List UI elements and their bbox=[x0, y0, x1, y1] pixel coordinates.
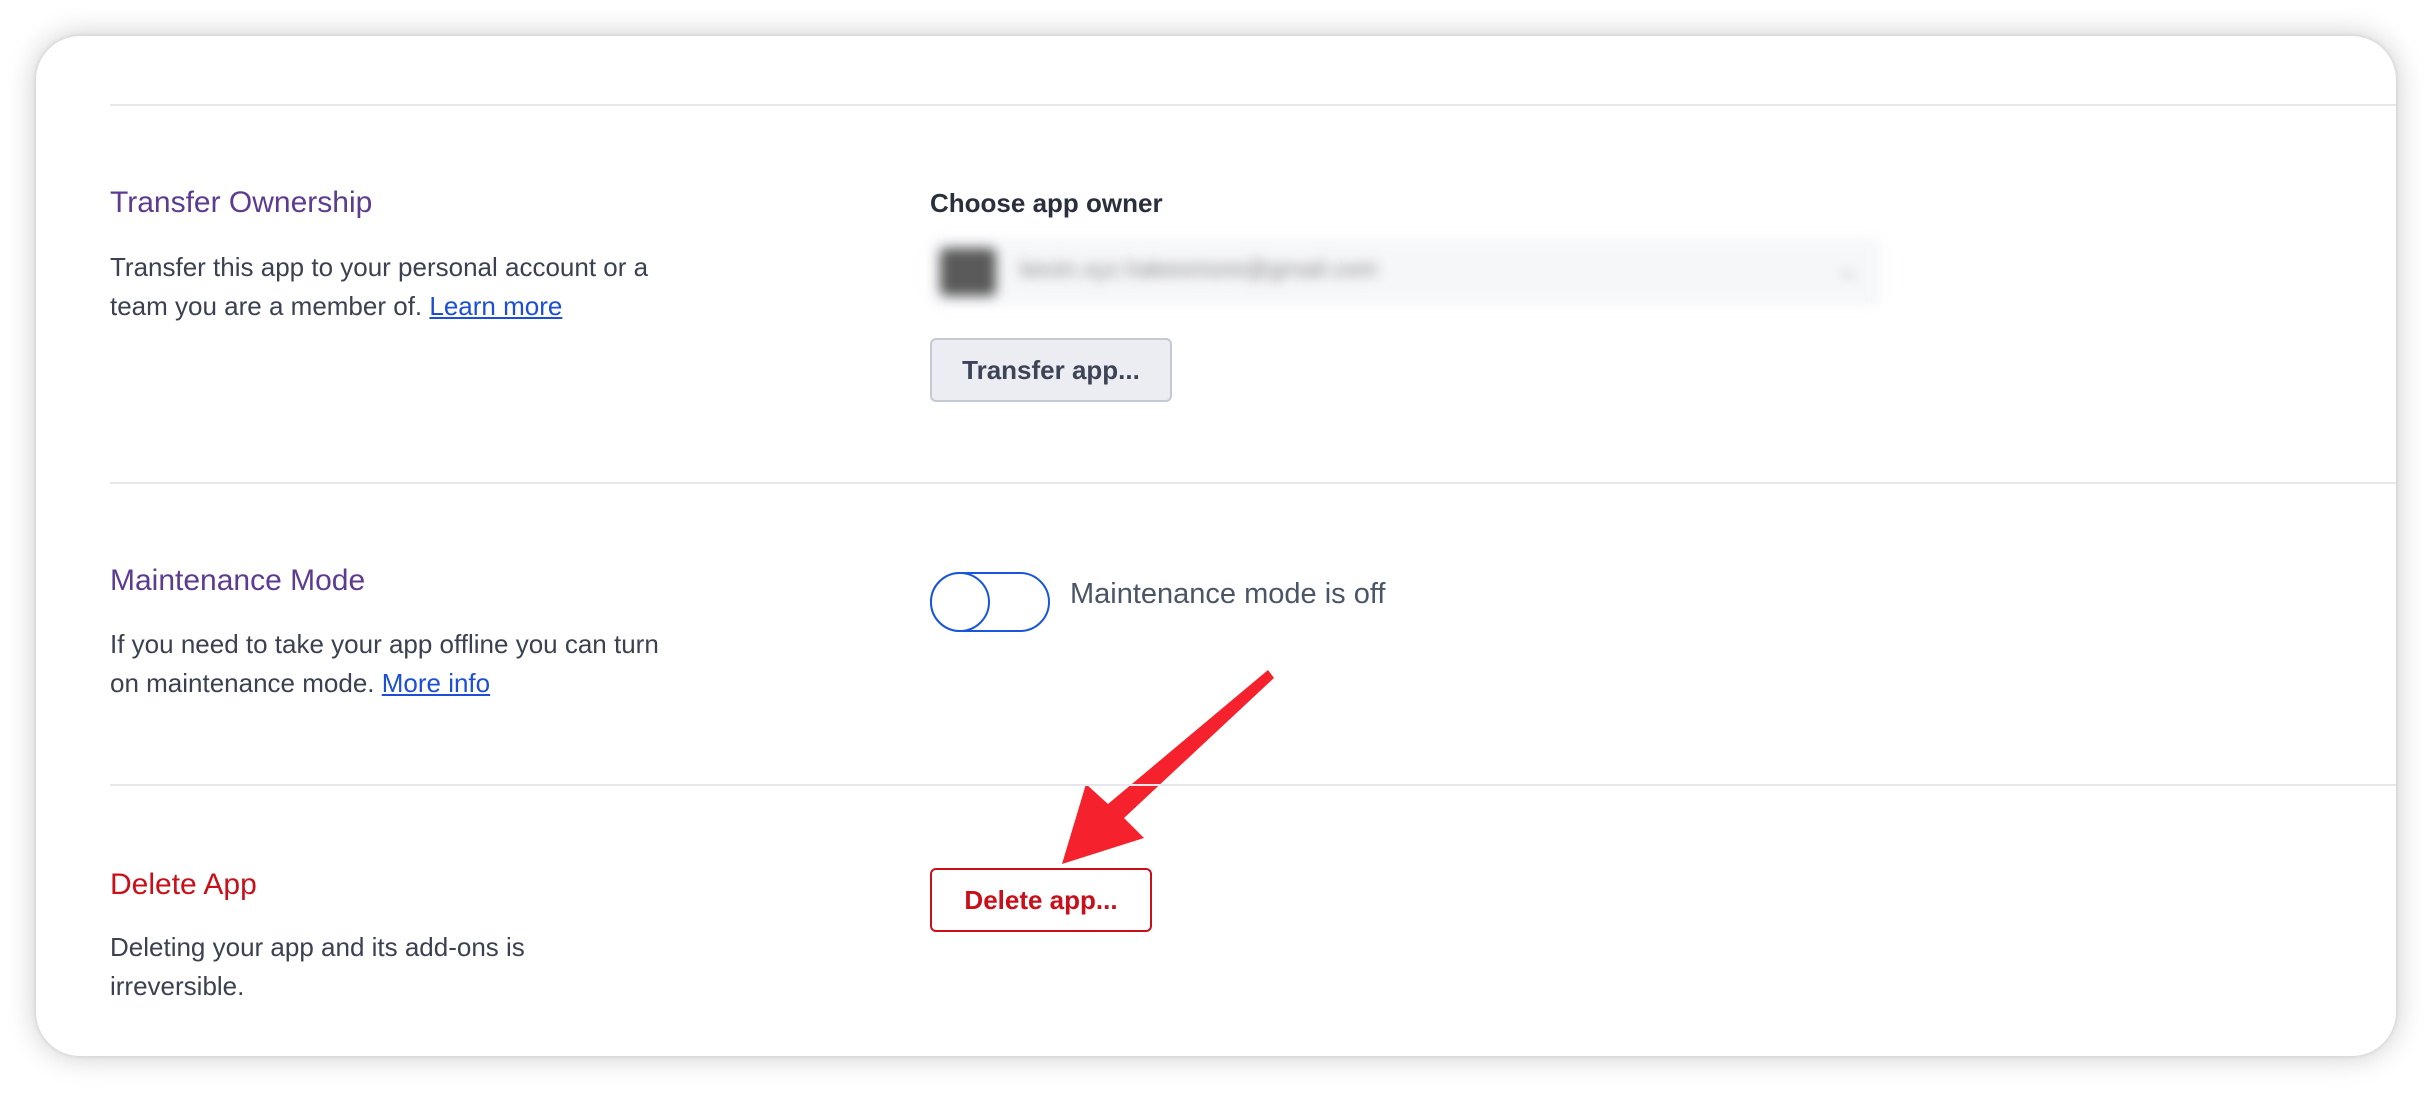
transfer-ownership-title: Transfer Ownership bbox=[110, 186, 373, 219]
divider-delete bbox=[110, 784, 2396, 786]
maintenance-status-label: Maintenance mode is off bbox=[1070, 578, 1386, 610]
top-divider bbox=[110, 104, 2396, 106]
app-owner-select[interactable]: kevin.xyz.hakesmore@gmail.com ⌄ bbox=[930, 238, 1880, 306]
transfer-app-button[interactable]: Transfer app... bbox=[930, 338, 1172, 402]
owner-avatar bbox=[940, 248, 996, 296]
delete-app-button[interactable]: Delete app... bbox=[930, 868, 1152, 932]
settings-panel: Transfer Ownership Transfer this app to … bbox=[36, 36, 2396, 1056]
delete-app-description: Deleting your app and its add-ons is irr… bbox=[110, 932, 525, 1001]
divider-maintenance bbox=[110, 482, 2396, 484]
choose-owner-label: Choose app owner bbox=[930, 188, 1163, 218]
learn-more-link[interactable]: Learn more bbox=[429, 291, 562, 321]
maintenance-mode-description: If you need to take your app offline you… bbox=[110, 625, 670, 703]
annotation-arrow-icon bbox=[1062, 670, 1274, 864]
chevron-down-icon: ⌄ bbox=[1837, 257, 1858, 284]
delete-app-title: Delete App bbox=[110, 868, 257, 901]
maintenance-mode-title: Maintenance Mode bbox=[110, 564, 366, 597]
toggle-knob bbox=[930, 572, 990, 632]
transfer-description-text: Transfer this app to your personal accou… bbox=[110, 252, 649, 321]
more-info-link[interactable]: More info bbox=[382, 668, 490, 698]
owner-value: kevin.xyz.hakesmore@gmail.com bbox=[1020, 256, 1378, 283]
transfer-ownership-description: Transfer this app to your personal accou… bbox=[110, 248, 670, 326]
maintenance-mode-toggle[interactable] bbox=[930, 572, 1050, 632]
